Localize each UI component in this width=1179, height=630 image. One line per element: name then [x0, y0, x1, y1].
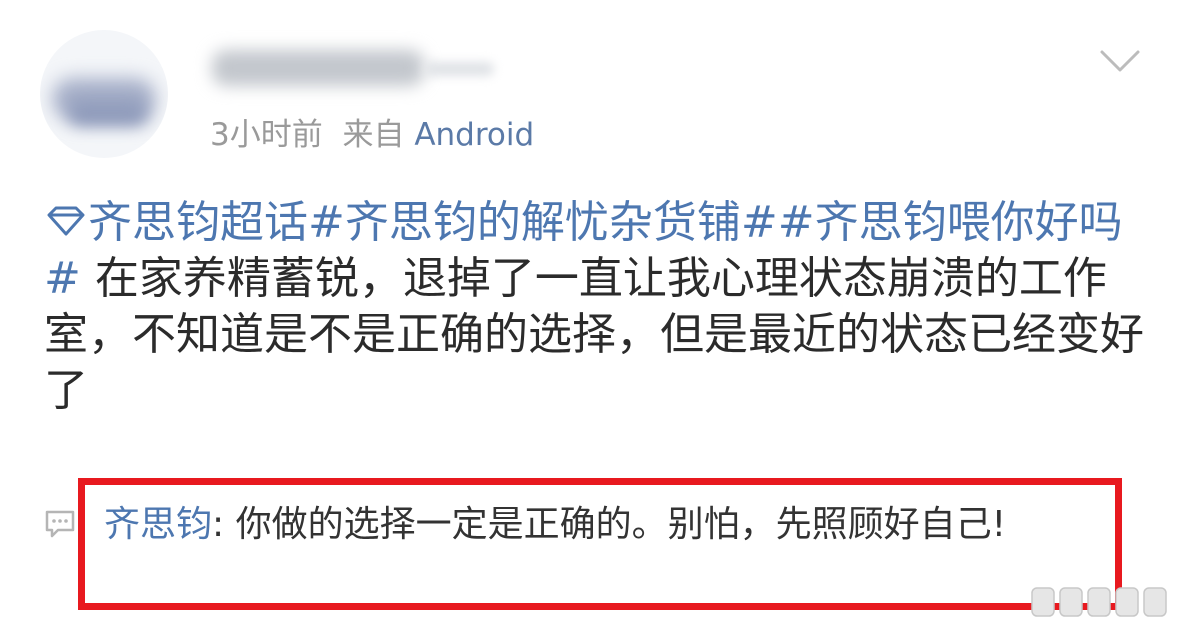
avatar-image-blurred-detail	[68, 100, 148, 126]
post-meta: 3小时前 来自 Android	[210, 110, 534, 160]
hashtag-link[interactable]: #齐思钧的解忧杂货铺#	[308, 197, 778, 248]
chevron-down-icon[interactable]	[1098, 44, 1142, 76]
comment-bubble-icon	[45, 510, 75, 538]
post-from-label: 来自	[342, 117, 405, 153]
diamond-icon	[47, 206, 85, 236]
post-body: 齐思钧超话#齐思钧的解忧杂货铺##齐思钧喂你好吗# 在家养精蓄锐，退掉了一直让我…	[44, 195, 1144, 419]
supertopic-link[interactable]: 齐思钧超话	[44, 197, 308, 248]
username-blurred-tail	[424, 62, 494, 76]
username-blurred[interactable]	[212, 50, 424, 86]
watermark-icon	[1031, 587, 1167, 617]
highlight-box	[78, 478, 1122, 610]
avatar[interactable]	[40, 30, 168, 158]
post-time: 3小时前	[210, 117, 323, 153]
post-text: 在家养精蓄锐，退掉了一直让我心理状态崩溃的工作室，不知道是不是正确的选择，但是最…	[44, 253, 1144, 416]
post-source[interactable]: Android	[414, 117, 534, 153]
supertopic-text: 齐思钧超话	[88, 197, 308, 248]
